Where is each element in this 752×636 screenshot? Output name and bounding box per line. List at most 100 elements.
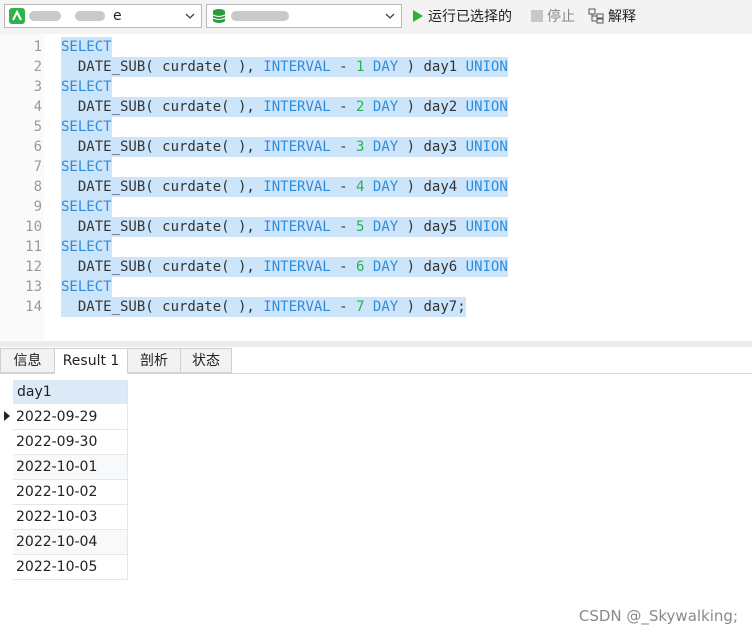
code-line: DATE_SUB( curdate( ), INTERVAL - 6 DAY )… (61, 257, 508, 277)
sql-text: DATE_SUB( curdate( ), (61, 299, 264, 315)
table-cell[interactable]: 2022-10-04 (13, 530, 128, 555)
sql-text: - (330, 259, 357, 275)
explain-icon (588, 8, 604, 24)
sql-text: - (330, 139, 357, 155)
line-number: 5 (33, 119, 42, 135)
explain-button[interactable]: 解释 (588, 6, 636, 26)
sql-text: DATE_SUB( curdate( ), (61, 179, 264, 195)
sql-keyword: DAY (372, 299, 399, 315)
table-cell[interactable]: 2022-10-02 (13, 480, 128, 505)
code-line: SELECT (61, 277, 112, 297)
sql-keyword: DAY (372, 99, 399, 115)
sql-keyword: DAY (372, 219, 399, 235)
sql-editor[interactable]: 1 2 3 4 5 6 7 8 9 10 11 12 13 14 SELECT DATE_SUB( cur… (0, 34, 752, 340)
sql-text: ) day2 (398, 99, 466, 115)
line-number: 3 (33, 79, 42, 95)
code-line: DATE_SUB( curdate( ), INTERVAL - 3 DAY )… (61, 137, 508, 157)
run-selected-button[interactable]: 运行已选择的 (412, 6, 512, 26)
code-line: DATE_SUB( curdate( ), INTERVAL - 5 DAY )… (61, 217, 508, 237)
table-cell[interactable]: 2022-09-29 (13, 405, 128, 430)
sql-text: DATE_SUB( curdate( ), (61, 259, 264, 275)
sql-keyword: UNION (465, 219, 508, 235)
sql-text: DATE_SUB( curdate( ), (61, 99, 264, 115)
stop-button[interactable]: 停止 (531, 6, 575, 26)
code-line: SELECT (61, 157, 112, 177)
code-line: SELECT (61, 197, 112, 217)
column-header-day1[interactable]: day1 (13, 380, 128, 404)
database-icon (212, 9, 226, 23)
sql-keyword: INTERVAL (263, 219, 331, 235)
sql-keyword: SELECT (61, 39, 112, 55)
table-cell[interactable]: 2022-10-01 (13, 455, 128, 480)
table-cell[interactable]: 2022-10-03 (13, 505, 128, 530)
code-line: SELECT (61, 237, 112, 257)
sql-keyword: UNION (465, 259, 508, 275)
sql-keyword: UNION (465, 59, 508, 75)
line-number: 10 (25, 219, 42, 235)
line-number: 8 (33, 179, 42, 195)
sql-keyword: SELECT (61, 279, 112, 295)
sql-text: ) day3 (398, 139, 466, 155)
line-number: 13 (25, 279, 42, 295)
sql-keyword: SELECT (61, 79, 112, 95)
sql-keyword: INTERVAL (263, 259, 331, 275)
database-select[interactable] (206, 4, 402, 28)
tab-status[interactable]: 状态 (180, 348, 232, 373)
code-line: SELECT (61, 77, 112, 97)
tab-result-1[interactable]: Result 1 (54, 348, 128, 374)
query-toolbar: e 运行已选择的 停止 解释 (0, 0, 752, 34)
line-number: 1 (33, 39, 42, 55)
connection-select[interactable]: e (4, 4, 202, 28)
table-cell[interactable]: 2022-10-05 (13, 555, 128, 580)
sql-keyword: DAY (372, 59, 399, 75)
stop-label: 停止 (547, 9, 575, 25)
line-number: 14 (25, 299, 42, 315)
line-number: 6 (33, 139, 42, 155)
line-number: 12 (25, 259, 42, 275)
explain-label: 解释 (608, 9, 636, 25)
sql-text: - (330, 299, 357, 315)
chevron-down-icon (185, 13, 195, 19)
tab-info[interactable]: 信息 (0, 348, 55, 373)
sql-keyword: SELECT (61, 199, 112, 215)
sql-keyword: DAY (372, 259, 399, 275)
sql-keyword: INTERVAL (263, 59, 331, 75)
connection-name: e (113, 8, 122, 24)
watermark: CSDN @_Skywalking; (578, 607, 738, 625)
line-number: 2 (33, 59, 42, 75)
sql-keyword: UNION (465, 179, 508, 195)
sql-text: ) day7; (398, 299, 466, 315)
code-line: SELECT (61, 37, 112, 57)
line-number: 7 (33, 159, 42, 175)
current-row-indicator-icon (4, 411, 10, 421)
sql-keyword: INTERVAL (263, 139, 331, 155)
stop-icon (531, 10, 543, 22)
code-area[interactable]: SELECT DATE_SUB( curdate( ), INTERVAL - … (44, 34, 752, 340)
sql-keyword: DAY (372, 179, 399, 195)
table-cell[interactable]: 2022-09-30 (13, 430, 128, 455)
redacted-text (231, 11, 289, 21)
sql-text: - (330, 219, 357, 235)
sql-keyword: INTERVAL (263, 99, 331, 115)
code-line: SELECT (61, 117, 112, 137)
row-selector-column (0, 380, 13, 580)
tab-profile[interactable]: 剖析 (127, 348, 181, 373)
redacted-text (29, 11, 61, 21)
line-number-gutter: 1 2 3 4 5 6 7 8 9 10 11 12 13 14 (0, 34, 44, 340)
sql-keyword: UNION (465, 139, 508, 155)
sql-keyword: UNION (465, 99, 508, 115)
sql-text: - (330, 59, 357, 75)
sql-keyword: SELECT (61, 159, 112, 175)
sql-text: DATE_SUB( curdate( ), (61, 139, 264, 155)
code-line: DATE_SUB( curdate( ), INTERVAL - 7 DAY )… (61, 297, 466, 317)
sql-keyword: DAY (372, 139, 399, 155)
sql-text: ) day4 (398, 179, 466, 195)
sql-text: DATE_SUB( curdate( ), (61, 219, 264, 235)
